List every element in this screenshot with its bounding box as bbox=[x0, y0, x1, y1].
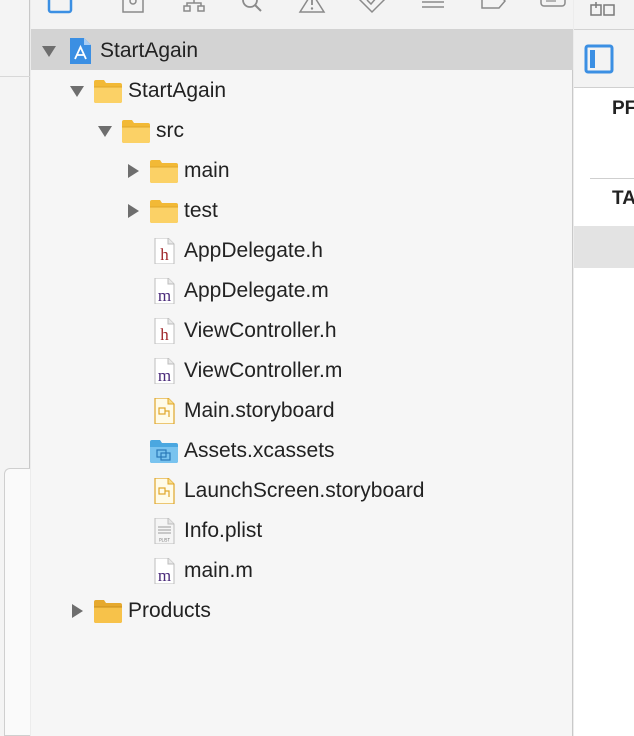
tree-row[interactable]: m AppDelegate.m bbox=[31, 270, 573, 310]
header-file-icon: h bbox=[149, 317, 179, 345]
implementation-file-icon: m bbox=[149, 557, 179, 585]
navigator-toolbar bbox=[31, 0, 573, 30]
inspector-divider bbox=[590, 178, 634, 179]
tree-row-label: Products bbox=[128, 599, 211, 622]
tree-row-label: test bbox=[184, 199, 218, 222]
tree-row-label: ViewController.m bbox=[184, 359, 343, 382]
editor-left-edge bbox=[0, 0, 30, 736]
editor-divider bbox=[0, 76, 30, 77]
tree-row-label: ViewController.h bbox=[184, 319, 337, 342]
svg-text:PLIST: PLIST bbox=[159, 538, 170, 543]
implementation-file-icon: m bbox=[149, 277, 179, 305]
issue-warning-icon[interactable] bbox=[298, 0, 326, 16]
disclosure-collapsed-icon[interactable] bbox=[125, 163, 141, 179]
file-tree: StartAgain StartAgain src main test h AppDeleg… bbox=[31, 30, 573, 630]
find-icon[interactable] bbox=[238, 0, 266, 16]
inspector-panel: PF TA bbox=[574, 0, 634, 736]
tree-row-label: StartAgain bbox=[100, 39, 199, 62]
svg-text:h: h bbox=[160, 325, 169, 344]
implementation-file-icon: m bbox=[149, 357, 179, 385]
tree-row[interactable]: m ViewController.m bbox=[31, 350, 573, 390]
project-icon bbox=[65, 38, 95, 64]
inspector-section-header: PF bbox=[612, 98, 634, 119]
inspector-section-header: TA bbox=[612, 188, 634, 209]
tree-row-label: LaunchScreen.storyboard bbox=[184, 479, 425, 502]
tree-row-label: main bbox=[184, 159, 230, 182]
tree-row-label: src bbox=[156, 119, 184, 142]
project-navigator: StartAgain StartAgain src main test h AppDeleg… bbox=[31, 0, 573, 736]
disclosure-expanded-icon[interactable] bbox=[97, 123, 113, 139]
tree-row[interactable]: h ViewController.h bbox=[31, 310, 573, 350]
disclosure-collapsed-icon[interactable] bbox=[69, 603, 85, 619]
header-file-icon: h bbox=[149, 237, 179, 265]
tree-row-label: AppDelegate.m bbox=[184, 279, 329, 302]
tree-row[interactable]: h AppDelegate.h bbox=[31, 230, 573, 270]
folder-icon bbox=[121, 118, 151, 144]
svg-text:m: m bbox=[158, 366, 171, 384]
hierarchy-icon[interactable] bbox=[180, 0, 208, 16]
disclosure-expanded-icon[interactable] bbox=[69, 83, 85, 99]
file-inspector-icon[interactable] bbox=[584, 44, 614, 74]
storyboard-file-icon bbox=[149, 397, 179, 425]
tree-row[interactable]: PLIST Info.plist bbox=[31, 510, 573, 550]
inspector-toolbar bbox=[574, 0, 634, 30]
debug-list-icon[interactable] bbox=[419, 0, 447, 16]
tree-row[interactable]: StartAgain bbox=[31, 70, 573, 110]
tree-row-label: StartAgain bbox=[128, 79, 227, 102]
breakpoint-tag-icon[interactable] bbox=[479, 0, 507, 16]
plist-file-icon: PLIST bbox=[149, 517, 179, 545]
editor-tab-edge[interactable] bbox=[4, 468, 30, 736]
folder-icon bbox=[149, 158, 179, 184]
asset-catalog-icon bbox=[149, 438, 179, 464]
project-navigator-icon[interactable] bbox=[45, 0, 73, 16]
products-folder-icon bbox=[93, 598, 123, 624]
disclosure-collapsed-icon[interactable] bbox=[125, 203, 141, 219]
tree-row[interactable]: Assets.xcassets bbox=[31, 430, 573, 470]
tree-row-label: main.m bbox=[184, 559, 253, 582]
disclosure-expanded-icon[interactable] bbox=[41, 43, 57, 59]
folder-icon bbox=[93, 78, 123, 104]
tree-row-label: Main.storyboard bbox=[184, 399, 335, 422]
folder-icon bbox=[149, 198, 179, 224]
tree-row[interactable]: test bbox=[31, 190, 573, 230]
tree-row[interactable]: Products bbox=[31, 590, 573, 630]
split-view-icon[interactable] bbox=[590, 2, 616, 20]
symbol-navigator-icon[interactable] bbox=[119, 0, 147, 16]
tree-row[interactable]: StartAgain bbox=[31, 30, 573, 70]
inspector-highlight-row bbox=[574, 226, 634, 268]
tree-row[interactable]: LaunchScreen.storyboard bbox=[31, 470, 573, 510]
test-diamond-icon[interactable] bbox=[358, 0, 386, 16]
inspector-selector-bar bbox=[574, 30, 634, 88]
tree-row-label: Info.plist bbox=[184, 519, 263, 542]
report-bubble-icon[interactable] bbox=[539, 0, 567, 16]
tree-row[interactable]: Main.storyboard bbox=[31, 390, 573, 430]
tree-row[interactable]: main bbox=[31, 150, 573, 190]
tree-row[interactable]: src bbox=[31, 110, 573, 150]
svg-text:m: m bbox=[158, 566, 171, 584]
tree-row[interactable]: m main.m bbox=[31, 550, 573, 590]
storyboard-file-icon bbox=[149, 477, 179, 505]
svg-text:m: m bbox=[158, 286, 171, 304]
tree-row-label: AppDelegate.h bbox=[184, 239, 323, 262]
svg-text:h: h bbox=[160, 245, 169, 264]
tree-row-label: Assets.xcassets bbox=[184, 439, 335, 462]
